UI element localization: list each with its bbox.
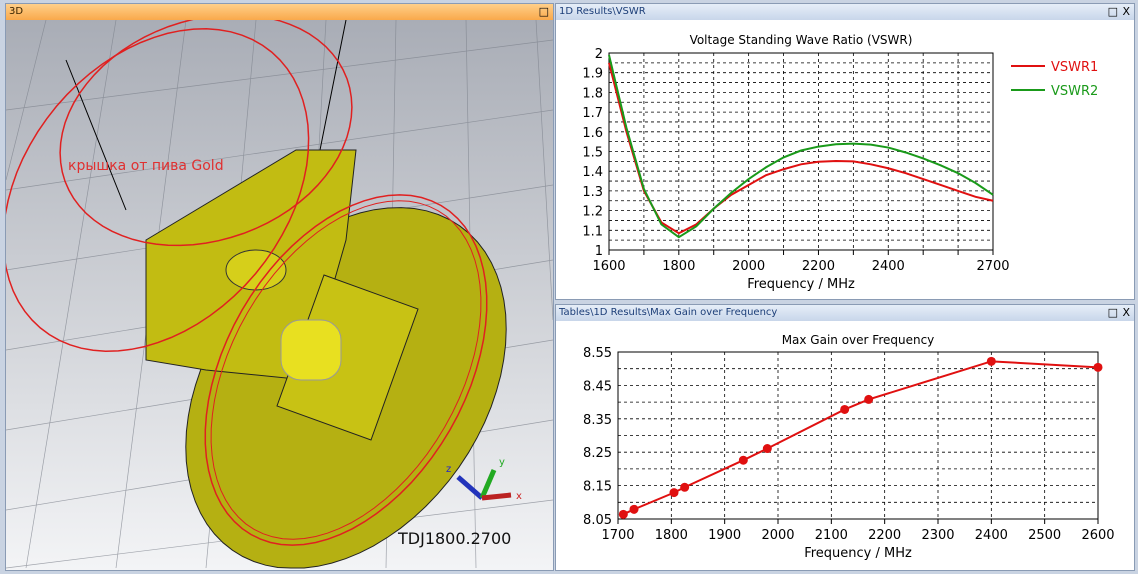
maximize-icon[interactable]: □ — [1108, 305, 1118, 321]
y-tick-label: 8.55 — [583, 346, 612, 361]
data-point — [986, 356, 996, 366]
data-point — [618, 509, 628, 519]
3d-viewport[interactable]: крышка от пива Gold TDJ1800.2700 z y x — [6, 20, 553, 570]
x-tick-label: 2600 — [1081, 528, 1114, 543]
y-tick-label: 8.25 — [583, 446, 612, 461]
data-point — [864, 394, 874, 404]
x-tick-label: 1800 — [655, 528, 688, 543]
y-tick-label: 1.5 — [582, 146, 603, 161]
data-point — [738, 455, 748, 465]
maximize-icon[interactable]: □ — [539, 4, 549, 20]
y-tick-label: 1.2 — [582, 205, 603, 220]
feed-cylinders — [280, 319, 342, 381]
y-tick-label: 1 — [595, 244, 603, 259]
panel-title: Tables\1D Results\Max Gain over Frequenc… — [559, 307, 778, 318]
data-point — [762, 444, 772, 454]
close-icon[interactable]: X — [1122, 305, 1130, 321]
gain-chart: Max Gain over Frequency 8.05 8.15 8.25 8.35 8… — [583, 333, 1115, 561]
y-tick-label: 1.8 — [582, 86, 603, 101]
3d-view-panel[interactable]: 3D □ крышка от пива Gold TDJ1800.2700 z … — [5, 3, 554, 571]
x-tick-label: 2500 — [1028, 528, 1061, 543]
vswr-panel-titlebar[interactable]: 1D Results\VSWR □ X — [556, 4, 1134, 20]
y-tick-label: 8.15 — [583, 480, 612, 495]
legend-label: VSWR2 — [1051, 84, 1098, 99]
axis-y-label: y — [499, 457, 505, 468]
y-tick-label: 1.9 — [582, 67, 603, 82]
data-point — [1093, 362, 1103, 372]
x-tick-label: 1900 — [708, 528, 741, 543]
close-icon[interactable]: X — [1122, 4, 1130, 20]
y-tick-label: 8.05 — [583, 513, 612, 528]
series-line-vswr1 — [608, 62, 994, 235]
x-tick-label: 1700 — [601, 528, 634, 543]
model-label: TDJ1800.2700 — [397, 529, 511, 548]
y-tick-label: 8.35 — [583, 413, 612, 428]
x-tick-label: 2000 — [761, 528, 794, 543]
gain-panel-titlebar[interactable]: Tables\1D Results\Max Gain over Frequenc… — [556, 305, 1134, 321]
axis-x-label: x — [516, 491, 522, 502]
x-tick-label: 2400 — [872, 259, 905, 274]
x-tick-label: 2100 — [815, 528, 848, 543]
chart-title: Voltage Standing Wave Ratio (VSWR) — [690, 33, 913, 47]
x-tick-label: 1800 — [662, 259, 695, 274]
y-tick-label: 1.4 — [582, 165, 603, 180]
legend-label: VSWR1 — [1051, 60, 1098, 75]
data-point — [669, 488, 679, 498]
y-tick-label: 1.3 — [582, 185, 603, 200]
y-tick-label: 1.6 — [582, 126, 603, 141]
vswr-panel[interactable]: 1D Results\VSWR □ X Voltage Standing Wav… — [555, 3, 1135, 300]
data-point — [680, 482, 690, 492]
data-point — [629, 504, 639, 514]
series-line-max-gain — [622, 360, 1099, 516]
x-tick-label: 2200 — [802, 259, 835, 274]
x-tick-label: 1600 — [592, 259, 625, 274]
data-point — [840, 404, 850, 414]
3d-panel-titlebar[interactable]: 3D □ — [6, 4, 553, 20]
vswr-chart: Voltage Standing Wave Ratio (VSWR) 1 1.1 1.… — [582, 33, 1098, 292]
y-tick-label: 2 — [595, 47, 603, 62]
y-tick-label: 8.45 — [583, 379, 612, 394]
annotation-text: крышка от пива Gold — [68, 158, 224, 174]
x-tick-label: 2300 — [921, 528, 954, 543]
x-tick-label: 2000 — [732, 259, 765, 274]
x-tick-label: 2200 — [868, 528, 901, 543]
chart-title: Max Gain over Frequency — [782, 333, 935, 347]
axis-z-label: z — [446, 464, 451, 475]
panel-title: 1D Results\VSWR — [559, 6, 646, 17]
x-axis-label: Frequency / MHz — [747, 277, 855, 292]
x-tick-label: 2700 — [976, 259, 1009, 274]
y-tick-label: 1.1 — [582, 224, 603, 239]
x-axis-arrow — [481, 492, 512, 501]
maximize-icon[interactable]: □ — [1108, 4, 1118, 20]
panel-title: 3D — [9, 6, 24, 17]
y-tick-label: 1.7 — [582, 106, 603, 121]
x-tick-label: 2400 — [975, 528, 1008, 543]
x-axis-label: Frequency / MHz — [804, 546, 912, 561]
gain-panel[interactable]: Tables\1D Results\Max Gain over Frequenc… — [555, 304, 1135, 571]
